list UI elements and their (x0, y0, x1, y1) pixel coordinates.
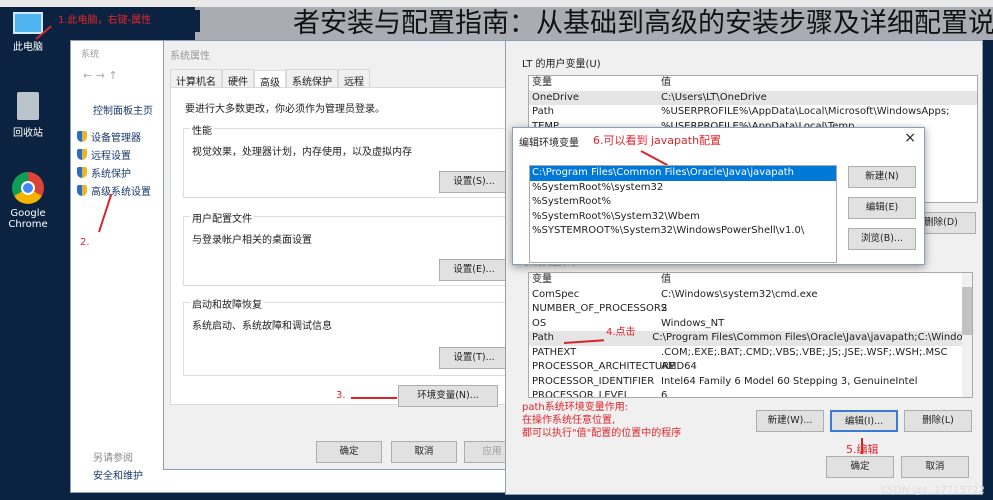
annotation-arrow (640, 150, 668, 166)
table-row[interactable]: ComSpec C:\Windows\system32\cmd.exe (529, 288, 972, 303)
chrome-icon (12, 172, 44, 204)
table-row[interactable]: PROCESSOR_LEVEL 6 (529, 389, 972, 397)
table-row[interactable]: PROCESSOR_ARCHITECTURE AMD64 (529, 360, 972, 375)
annotation-step2: 2. (80, 237, 90, 248)
environment-variables-dialog: LT 的用户变量(U) 变量值 OneDrive C:\Users\LT\OneD… (505, 40, 983, 495)
annotation-step6: 6.可以看到 javapath配置 (593, 134, 722, 147)
security-maintenance-link[interactable]: 安全和维护 (93, 467, 143, 482)
startup-recovery-group: 启动和故障恢复 系统启动、系统故障和调试信息 设置(T)... (183, 296, 523, 376)
annotation-step4: 4.点击 (606, 327, 636, 338)
page-title-banner: 者安装与配置指南：从基础到高级的安装步骤及详细配置说明 (195, 7, 993, 40)
desktop-icon-chrome[interactable]: Google Chrome (0, 172, 56, 230)
shield-icon (77, 184, 87, 196)
system-properties-dialog: 系统属性 计算机名 硬件 高级 系统保护 远程 要进行大多数更改，你必须作为管理员登录。… (163, 40, 523, 470)
annotation-note: path系统环境变量作用: 在操作系统任意位置, 都可以执行"值"配置的位置中的程序 (522, 402, 682, 439)
list-item[interactable]: %SystemRoot% (530, 195, 836, 210)
desktop-icon-this-pc[interactable]: 此电脑 (0, 12, 56, 53)
user-vars-label: LT 的用户变量(U) (522, 59, 601, 70)
table-row[interactable]: NUMBER_OF_PROCESSORS 2 (529, 302, 972, 317)
table-row[interactable]: PATHEXT .COM;.EXE;.BAT;.CMD;.VBS;.VBE;.JS… (529, 346, 972, 361)
cancel-button[interactable]: 取消 (391, 441, 457, 463)
annotation-step5: 5.编辑 (846, 443, 879, 456)
scrollbar[interactable] (962, 273, 972, 397)
table-row-path[interactable]: Path C:\Program Files\Common Files\Oracle… (529, 331, 972, 346)
shield-icon (77, 166, 87, 178)
dialog-title: 编辑环境变量 (519, 138, 579, 149)
startup-settings-button[interactable]: 设置(T)... (439, 347, 509, 369)
new-entry-button[interactable]: 新建(N) (848, 166, 916, 188)
shield-icon (77, 148, 87, 160)
system-delete-button[interactable]: 删除(L) (904, 410, 972, 432)
watermark: CSDN @z..17715722 (880, 485, 985, 496)
path-entries-list: C:\Program Files\Common Files\Oracle\Jav… (529, 165, 837, 263)
close-icon[interactable]: × (904, 130, 916, 146)
table-row[interactable]: PROCESSOR_IDENTIFIER Intel64 Family 6 Mod… (529, 375, 972, 390)
nav-device-manager[interactable]: 设备管理器 (77, 127, 151, 145)
performance-settings-button[interactable]: 设置(S)... (439, 171, 509, 193)
browse-button[interactable]: 浏览(B)... (848, 228, 916, 250)
admin-note: 要进行大多数更改，你必须作为管理员登录。 (185, 104, 385, 115)
nav-advanced-settings[interactable]: 高级系统设置 (77, 181, 151, 199)
shield-icon (77, 130, 87, 142)
control-panel-home-link[interactable]: 控制面板主页 (93, 102, 153, 117)
table-header: 变量值 (532, 77, 671, 88)
nav-system-protection[interactable]: 系统保护 (77, 163, 151, 181)
table-row[interactable]: Path %USERPROFILE%\AppData\Local\Microsof… (529, 105, 977, 120)
list-item-selected[interactable]: C:\Program Files\Common Files\Oracle\Jav… (530, 166, 836, 181)
env-cancel-button[interactable]: 取消 (901, 456, 969, 478)
env-ok-button[interactable]: 确定 (826, 456, 894, 478)
edit-environment-variable-dialog: 编辑环境变量 6.可以看到 javapath配置 × C:\Program Fi… (512, 127, 925, 265)
annotation-step1: 1.此电脑，右键-属性 (58, 15, 152, 26)
user-profiles-settings-button[interactable]: 设置(E)... (439, 259, 509, 281)
annotation-arrow (98, 193, 113, 233)
see-also-label: 另请参阅 (93, 453, 133, 464)
nav-remote-settings[interactable]: 远程设置 (77, 145, 151, 163)
table-header: 变量值 (532, 274, 671, 285)
computer-icon (13, 12, 43, 34)
list-item[interactable]: %SystemRoot%\System32\Wbem (530, 210, 836, 225)
user-profiles-group: 用户配置文件 与登录帐户相关的桌面设置 设置(E)... (183, 210, 523, 286)
environment-variables-button[interactable]: 环境变量(N)... (398, 385, 498, 407)
dialog-title: 系统属性 (170, 51, 210, 62)
table-row[interactable]: OS Windows_NT (529, 317, 972, 332)
annotation-step3: 3. (336, 390, 346, 401)
list-item[interactable]: %SystemRoot%\system32 (530, 181, 836, 196)
annotation-step1-bg: 1.此电脑，右键-属性 (50, 10, 200, 32)
recycle-bin-icon (17, 92, 39, 120)
tab-panel: 要进行大多数更改，你必须作为管理员登录。 性能 视觉效果，处理器计划，内存使用，… (170, 87, 523, 407)
system-edit-button[interactable]: 编辑(I)... (830, 410, 898, 432)
system-new-button[interactable]: 新建(W)... (756, 410, 824, 432)
desktop-icon-recycle-bin[interactable]: 回收站 (0, 92, 56, 139)
edit-entry-button[interactable]: 编辑(E) (848, 197, 916, 219)
list-item[interactable]: %SYSTEMROOT%\System32\WindowsPowerShell\… (530, 224, 836, 239)
annotation-arrow (351, 397, 397, 399)
nav-arrows[interactable]: ← → ↑ (83, 69, 118, 82)
top-strip (0, 0, 993, 7)
window-title: 系统 (81, 50, 100, 60)
table-row[interactable]: OneDrive C:\Users\LT\OneDrive (529, 90, 977, 105)
ok-button[interactable]: 确定 (316, 441, 382, 463)
system-vars-table: 变量值 ComSpec C:\Windows\system32\cmd.exe N… (528, 272, 973, 398)
performance-group: 性能 视觉效果，处理器计划，内存使用，以及虚拟内存 设置(S)... (183, 122, 523, 198)
